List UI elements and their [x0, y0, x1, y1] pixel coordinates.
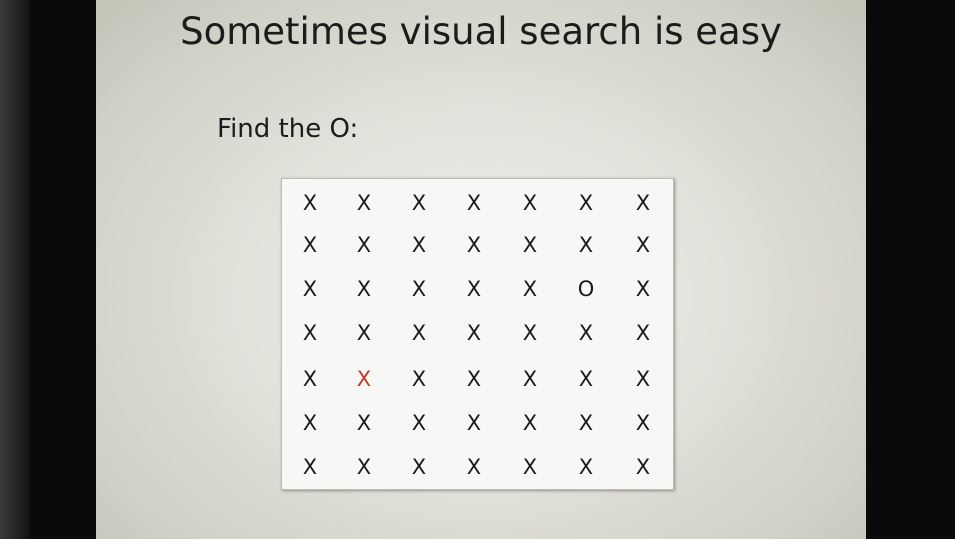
grid-letter: X	[522, 233, 538, 257]
grid-letter: X	[302, 233, 318, 257]
grid-letter: X	[466, 367, 482, 391]
grid-letter: X	[635, 191, 651, 215]
grid-letter: X	[522, 411, 538, 435]
grid-letter: X	[578, 455, 594, 479]
letter-grid: XXXXXXXXXXXXXXXXXXXOXXXXXXXXXXXXXXXXXXXX…	[281, 178, 674, 490]
grid-letter-highlighted: X	[356, 367, 372, 391]
grid-letter: X	[522, 367, 538, 391]
grid-letter: X	[522, 277, 538, 301]
grid-letter: X	[578, 367, 594, 391]
grid-letter: X	[635, 277, 651, 301]
grid-letter: X	[302, 455, 318, 479]
grid-letter: X	[411, 191, 427, 215]
grid-letter: X	[302, 191, 318, 215]
grid-letter: X	[522, 191, 538, 215]
grid-letter: X	[356, 411, 372, 435]
grid-letter: X	[411, 367, 427, 391]
grid-letter: X	[466, 277, 482, 301]
screen-frame: Sometimes visual search is easy Find the…	[0, 0, 955, 539]
grid-letter: X	[466, 233, 482, 257]
grid-letter: X	[466, 411, 482, 435]
grid-letter: X	[522, 455, 538, 479]
grid-letter: X	[411, 321, 427, 345]
grid-letter: X	[635, 455, 651, 479]
left-bezel	[0, 0, 30, 539]
grid-letter: X	[356, 455, 372, 479]
right-bezel	[866, 0, 955, 539]
grid-letter: X	[635, 411, 651, 435]
grid-letter: X	[522, 321, 538, 345]
grid-letter: X	[578, 321, 594, 345]
grid-letter: X	[356, 321, 372, 345]
slide-prompt: Find the O:	[217, 114, 359, 144]
grid-letter: X	[635, 321, 651, 345]
grid-letter: X	[302, 321, 318, 345]
grid-letter: X	[302, 411, 318, 435]
grid-letter: X	[411, 233, 427, 257]
grid-letter: X	[411, 455, 427, 479]
grid-letter: X	[635, 367, 651, 391]
grid-letter: X	[302, 367, 318, 391]
grid-letter: X	[356, 277, 372, 301]
grid-letter: X	[411, 411, 427, 435]
presentation-slide: Sometimes visual search is easy Find the…	[96, 0, 866, 539]
grid-letter: X	[466, 191, 482, 215]
grid-letter: X	[466, 321, 482, 345]
grid-letter: X	[302, 277, 318, 301]
grid-letter: X	[411, 277, 427, 301]
grid-letter: X	[356, 233, 372, 257]
grid-letter: X	[578, 411, 594, 435]
grid-letter: X	[578, 233, 594, 257]
grid-letter: X	[578, 191, 594, 215]
slide-title: Sometimes visual search is easy	[180, 10, 782, 53]
grid-letter: X	[356, 191, 372, 215]
grid-letter: X	[635, 233, 651, 257]
grid-letter: O	[577, 277, 595, 301]
grid-letter: X	[466, 455, 482, 479]
